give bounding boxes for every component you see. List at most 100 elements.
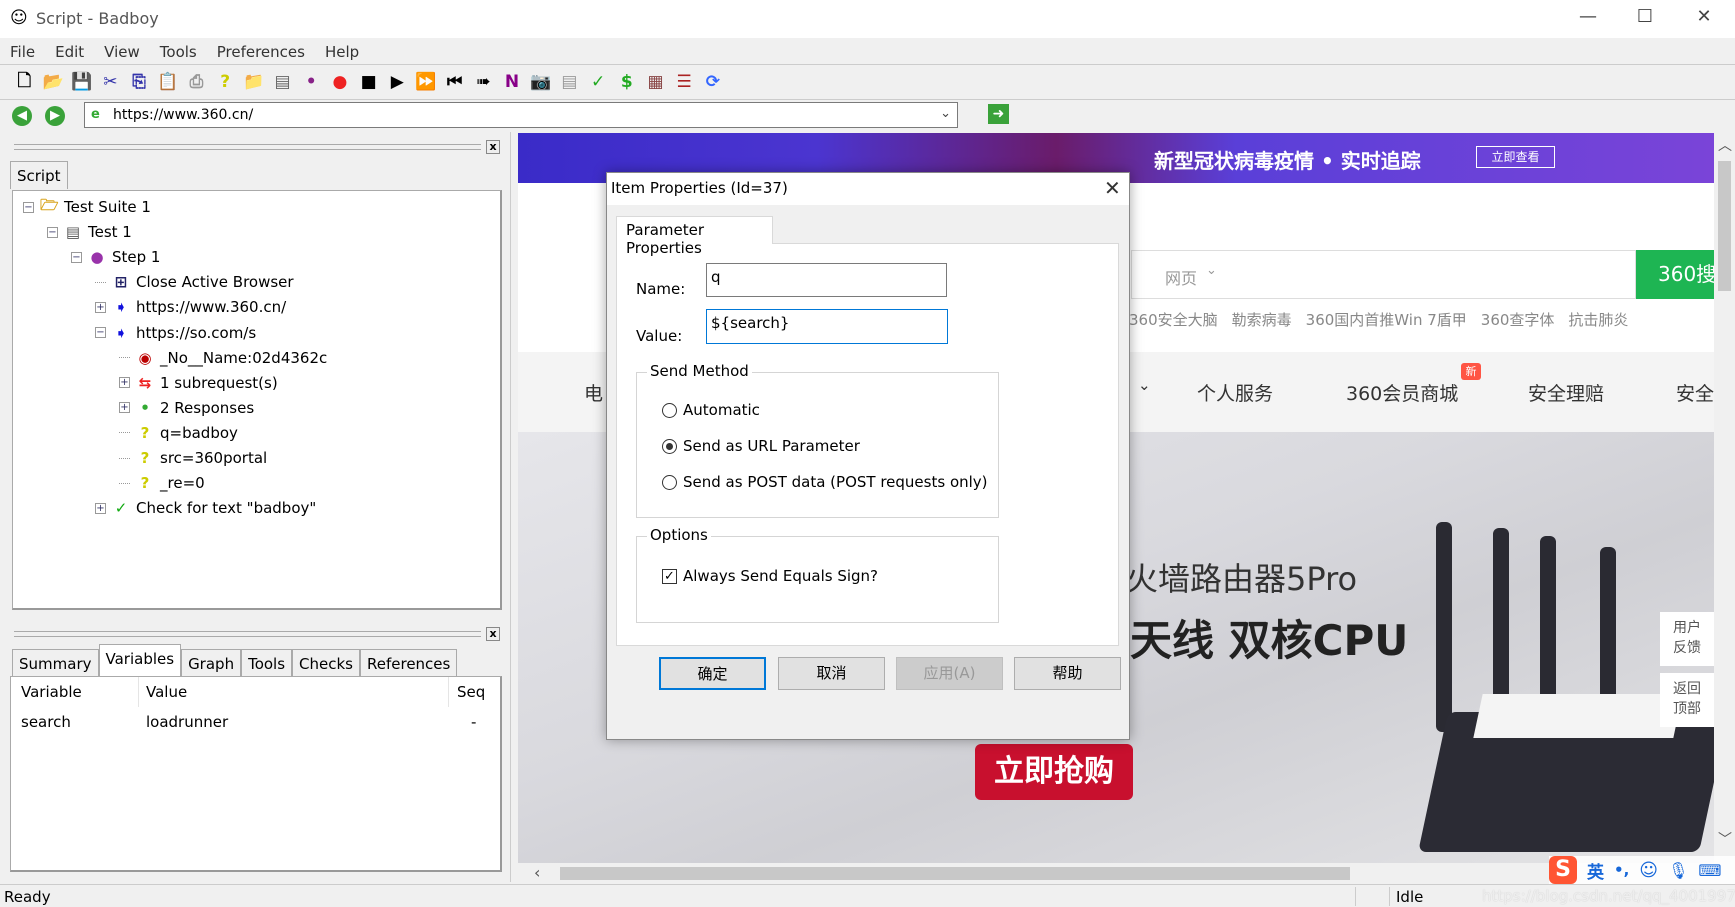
collapse-icon[interactable]: −: [71, 251, 82, 263]
tab-parameter-properties[interactable]: Parameter Properties: [616, 216, 773, 257]
search-type-dropdown[interactable]: 网页: [1165, 265, 1197, 289]
report-icon[interactable]: ☰: [670, 69, 699, 95]
search-button[interactable]: 360搜: [1636, 250, 1714, 299]
scroll-thumb[interactable]: [1718, 161, 1731, 291]
table-icon[interactable]: ▦: [641, 69, 670, 95]
add-step-icon[interactable]: •: [297, 69, 326, 95]
rewind-icon[interactable]: ⏮: [440, 69, 469, 95]
hot-word[interactable]: 勒索病毒: [1232, 309, 1292, 330]
collapse-icon[interactable]: −: [95, 327, 106, 338]
add-suite-icon[interactable]: 📁: [240, 69, 269, 95]
step-forward-icon[interactable]: ➠: [469, 69, 498, 95]
scroll-left-icon[interactable]: ‹: [534, 863, 540, 882]
hot-word[interactable]: 360安全大脑: [1129, 309, 1218, 330]
print-icon[interactable]: ⎙: [182, 69, 211, 95]
add-test-icon[interactable]: ▤: [268, 69, 297, 95]
tree-item[interactable]: ? q=badboy: [119, 421, 238, 445]
collapse-icon[interactable]: −: [47, 226, 58, 238]
checkbox-checked-icon[interactable]: ✓: [662, 568, 677, 584]
ime-punctuation[interactable]: •,: [1614, 861, 1629, 879]
tree-item[interactable]: ? _re=0: [119, 471, 205, 495]
close-window-button[interactable]: ✕: [1684, 6, 1724, 32]
copy-icon[interactable]: ⎘: [125, 69, 154, 95]
open-icon[interactable]: 📂: [39, 69, 68, 95]
column-value[interactable]: Value: [146, 683, 187, 701]
tree-item[interactable]: + ⇆ 1 subrequest(s): [119, 371, 278, 395]
paste-icon[interactable]: 📋: [153, 69, 182, 95]
radio-button[interactable]: [662, 438, 677, 454]
tab-summary[interactable]: Summary: [12, 649, 99, 676]
dialog-close-button[interactable]: ✕: [1104, 176, 1121, 200]
url-input[interactable]: e https://www.360.cn/ ⌄: [84, 102, 958, 128]
column-variable[interactable]: Variable: [21, 683, 82, 701]
scroll-down-icon[interactable]: ﹀: [1718, 829, 1732, 849]
play-all-icon[interactable]: ⏩: [412, 69, 441, 95]
search-input[interactable]: 网页 ⌄: [1131, 250, 1636, 299]
help-icon[interactable]: ?: [211, 69, 240, 95]
buy-now-button[interactable]: 立即抢购: [975, 744, 1133, 800]
menu-file[interactable]: File: [0, 40, 45, 64]
radio-post-data[interactable]: Send as POST data (POST requests only): [662, 473, 988, 491]
save-icon[interactable]: 💾: [67, 69, 96, 95]
minimize-button[interactable]: —: [1568, 6, 1608, 32]
feedback-button[interactable]: 用户反馈: [1660, 612, 1714, 666]
name-field[interactable]: q: [706, 263, 947, 297]
expand-icon[interactable]: +: [119, 402, 130, 414]
horizontal-scrollbar[interactable]: ‹: [518, 863, 1714, 884]
tab-tools[interactable]: Tools: [241, 649, 293, 676]
radio-button[interactable]: [662, 402, 677, 418]
expand-icon[interactable]: +: [95, 502, 106, 514]
hot-word[interactable]: 抗击肺炎: [1568, 309, 1628, 330]
go-button[interactable]: ➜: [988, 104, 1009, 124]
camera-icon[interactable]: 📷: [526, 69, 555, 95]
forward-icon[interactable]: ▶: [45, 106, 65, 126]
nav-item[interactable]: 个人服务: [1197, 379, 1273, 406]
radio-automatic[interactable]: Automatic: [662, 401, 760, 419]
nav-item[interactable]: 360会员商城: [1346, 379, 1458, 406]
menu-preferences[interactable]: Preferences: [207, 40, 315, 64]
back-icon[interactable]: ◀: [12, 106, 32, 126]
help-button[interactable]: 帮助: [1014, 657, 1121, 690]
collapse-icon[interactable]: −: [23, 201, 34, 213]
chevron-down-icon[interactable]: ⌄: [940, 106, 951, 121]
value-field[interactable]: ${search}: [706, 309, 948, 344]
hot-word[interactable]: 360查字体: [1481, 309, 1555, 330]
n-icon[interactable]: N: [498, 69, 527, 95]
script-panel-grip[interactable]: [14, 144, 481, 150]
radio-button[interactable]: [662, 474, 677, 490]
nav-item[interactable]: 安全理赔: [1528, 379, 1604, 406]
menu-edit[interactable]: Edit: [45, 40, 94, 64]
nav-item[interactable]: 电: [584, 379, 603, 406]
splitter[interactable]: [510, 132, 516, 882]
apply-button[interactable]: 应用(A): [896, 657, 1003, 690]
scroll-thumb[interactable]: [560, 867, 1350, 880]
tab-references[interactable]: References: [360, 649, 458, 676]
radio-url-parameter[interactable]: Send as URL Parameter: [662, 437, 860, 455]
variable-icon[interactable]: $: [612, 69, 641, 95]
expand-icon[interactable]: +: [95, 301, 106, 313]
keyboard-icon[interactable]: ⌨: [1698, 861, 1721, 880]
tree-item[interactable]: ? src=360portal: [119, 446, 267, 470]
tab-checks[interactable]: Checks: [292, 649, 360, 676]
page-icon[interactable]: ▤: [555, 69, 584, 95]
emoji-icon[interactable]: ☺: [1639, 860, 1658, 881]
tree-item[interactable]: + • 2 Responses: [119, 396, 254, 420]
table-row[interactable]: search loadrunner -: [11, 709, 500, 735]
play-icon[interactable]: ▶: [383, 69, 412, 95]
expand-icon[interactable]: +: [119, 377, 130, 389]
menu-help[interactable]: Help: [315, 40, 369, 64]
microphone-icon[interactable]: 🎙: [1668, 861, 1688, 880]
banner-button[interactable]: 立即查看: [1476, 146, 1555, 168]
record-icon[interactable]: ●: [326, 69, 355, 95]
sogou-logo-icon[interactable]: S: [1549, 856, 1577, 884]
stop-icon[interactable]: ■: [354, 69, 383, 95]
tree-item[interactable]: − ➧ https://so.com/s: [95, 321, 256, 345]
ok-button[interactable]: 确定: [659, 657, 766, 690]
ime-language[interactable]: 英: [1587, 858, 1604, 883]
back-to-top-button[interactable]: 返回顶部: [1660, 673, 1714, 727]
menu-view[interactable]: View: [94, 40, 150, 64]
tree-item[interactable]: + ✓ Check for text "badboy": [95, 496, 316, 520]
always-send-equals-checkbox[interactable]: ✓ Always Send Equals Sign?: [662, 567, 878, 585]
refresh-icon[interactable]: ⟳: [699, 69, 728, 95]
hot-word[interactable]: 360国内首推Win 7盾甲: [1306, 309, 1467, 330]
